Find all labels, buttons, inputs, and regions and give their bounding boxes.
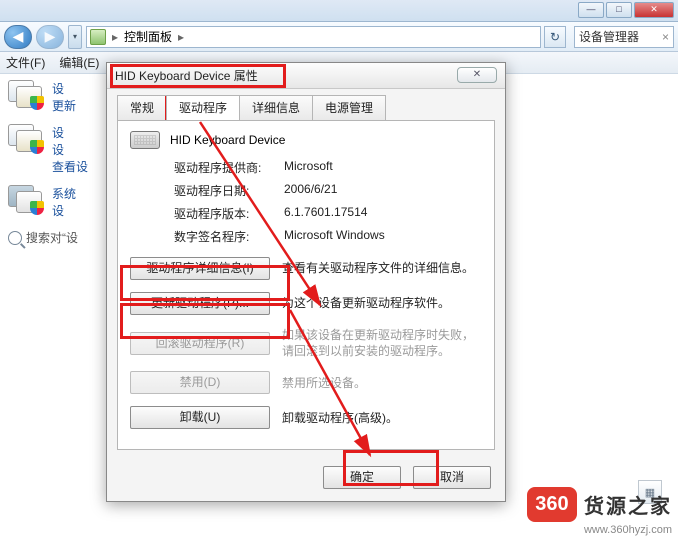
ok-button[interactable]: 确定	[323, 466, 401, 489]
forward-button[interactable]: ▶	[36, 25, 64, 49]
category-item[interactable]: 系统设	[8, 185, 102, 219]
logo-badge: 360	[527, 487, 576, 522]
rollback-driver-desc: 如果该设备在更新驱动程序时失败，请回滚到以前安装的驱动程序。	[282, 327, 482, 359]
clear-icon[interactable]: ×	[662, 30, 669, 44]
dialog-title: HID Keyboard Device 属性	[115, 67, 258, 84]
category-sidebar: 设更新 设设查看设 系统设 搜索对“设	[0, 74, 106, 542]
back-button[interactable]: ◀	[4, 25, 32, 49]
dialog-close-button[interactable]: ✕	[457, 67, 497, 83]
category-item[interactable]: 设设查看设	[8, 124, 102, 175]
search-text: 搜索对“设	[26, 229, 78, 246]
keyboard-icon	[130, 131, 160, 149]
tab-strip: 常规 驱动程序 详细信息 电源管理	[117, 95, 505, 120]
tab-general[interactable]: 常规	[117, 95, 167, 120]
search-icon	[8, 231, 22, 245]
breadcrumb-sep-icon: ▸	[110, 30, 120, 44]
driver-info: 驱动程序提供商:Microsoft 驱动程序日期:2006/6/21 驱动程序版…	[174, 159, 482, 245]
menu-edit[interactable]: 编辑(E)	[59, 54, 99, 71]
shield-icon	[30, 201, 44, 215]
uninstall-button[interactable]: 卸载(U)	[130, 406, 270, 429]
uninstall-desc: 卸载驱动程序(高级)。	[282, 410, 482, 426]
value-signer: Microsoft Windows	[284, 228, 385, 245]
refresh-button[interactable]: ↻	[544, 26, 566, 48]
tab-power[interactable]: 电源管理	[312, 95, 386, 120]
rollback-driver-button: 回滚驱动程序(R)	[130, 332, 270, 355]
search-results-label: 搜索对“设	[8, 229, 102, 246]
driver-actions: 驱动程序详细信息(I) 查看有关驱动程序文件的详细信息。 更新驱动程序(P)..…	[130, 257, 482, 429]
close-button[interactable]: ✕	[634, 2, 674, 18]
shield-icon	[30, 140, 44, 154]
minimize-button[interactable]: —	[578, 2, 604, 18]
nav-history-dropdown[interactable]: ▾	[68, 25, 82, 49]
shield-icon	[30, 96, 44, 110]
window-controls: — □ ✕	[578, 2, 674, 18]
disable-button: 禁用(D)	[130, 371, 270, 394]
category-sub[interactable]: 设	[52, 141, 88, 158]
dialog-title-bar: HID Keyboard Device 属性 ✕	[107, 63, 505, 89]
category-title: 设	[52, 80, 76, 97]
value-date: 2006/6/21	[284, 182, 337, 199]
tab-driver[interactable]: 驱动程序	[166, 95, 240, 120]
category-item[interactable]: 设更新	[8, 80, 102, 114]
category-title: 设	[52, 124, 88, 141]
category-sub[interactable]: 设	[52, 202, 76, 219]
cancel-button[interactable]: 取消	[413, 466, 491, 489]
breadcrumb-sep-icon: ▸	[176, 30, 186, 44]
label-provider: 驱动程序提供商:	[174, 159, 284, 176]
disable-desc: 禁用所选设备。	[282, 375, 482, 391]
value-version: 6.1.7601.17514	[284, 205, 367, 222]
category-sub[interactable]: 更新	[52, 97, 76, 114]
window-titlebar: — □ ✕	[0, 0, 678, 22]
menu-file[interactable]: 文件(F)	[6, 54, 45, 71]
breadcrumb-item[interactable]: 控制面板	[124, 28, 172, 45]
maximize-button[interactable]: □	[606, 2, 632, 18]
category-title: 系统	[52, 185, 76, 202]
update-driver-desc: 为这个设备更新驱动程序软件。	[282, 295, 482, 311]
search-or-context-box[interactable]: 设备管理器 ×	[574, 26, 674, 48]
navigation-bar: ◀ ▶ ▾ ▸ 控制面板 ▸ ↻ 设备管理器 ×	[0, 22, 678, 52]
watermark: 360 货源之家 www.360hyzj.com	[527, 487, 672, 536]
value-provider: Microsoft	[284, 159, 333, 176]
device-name: HID Keyboard Device	[170, 133, 285, 147]
control-panel-icon	[90, 29, 106, 45]
address-bar[interactable]: ▸ 控制面板 ▸	[86, 26, 541, 48]
category-icon	[8, 185, 46, 217]
category-sub[interactable]: 查看设	[52, 158, 88, 175]
driver-details-button[interactable]: 驱动程序详细信息(I)	[130, 257, 270, 280]
logo-text: 货源之家	[584, 490, 672, 519]
label-version: 驱动程序版本:	[174, 205, 284, 222]
driver-details-desc: 查看有关驱动程序文件的详细信息。	[282, 260, 482, 276]
context-box-label: 设备管理器	[579, 28, 639, 45]
category-icon	[8, 80, 46, 112]
tab-detail[interactable]: 详细信息	[239, 95, 313, 120]
properties-dialog: HID Keyboard Device 属性 ✕ 常规 驱动程序 详细信息 电源…	[106, 62, 506, 502]
dialog-footer: 确定 取消	[323, 466, 491, 489]
category-icon	[8, 124, 46, 156]
logo-url: www.360hyzj.com	[527, 524, 672, 536]
label-date: 驱动程序日期:	[174, 182, 284, 199]
tab-page-driver: HID Keyboard Device 驱动程序提供商:Microsoft 驱动…	[117, 120, 495, 450]
update-driver-button[interactable]: 更新驱动程序(P)...	[130, 292, 270, 315]
label-signer: 数字签名程序:	[174, 228, 284, 245]
